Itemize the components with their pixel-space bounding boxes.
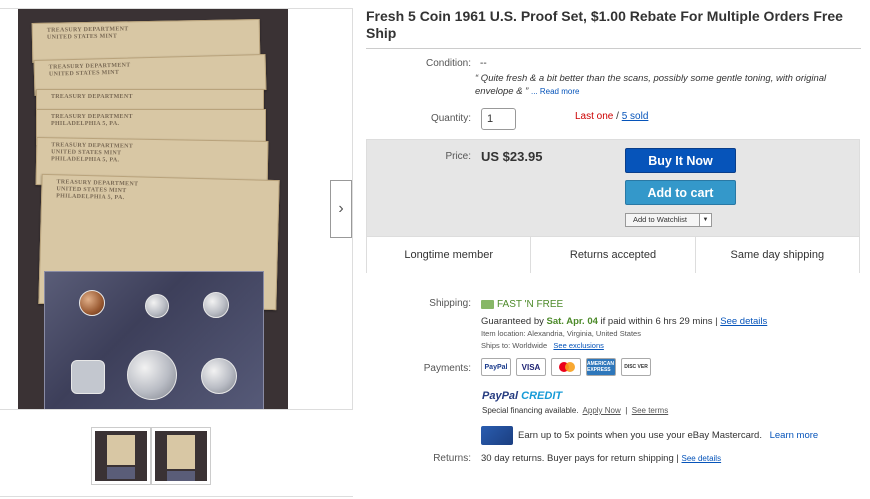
item-location: Item location: Alexandria, Virginia, Uni… [481,329,641,338]
condition-label: Condition: [425,58,471,69]
paypal-icon: PayPal [481,358,511,376]
quarter-coin [201,358,237,394]
shipping-label: Shipping: [429,298,471,309]
sold-count-link[interactable]: 5 sold [622,111,649,122]
returns-see-details-link[interactable]: See details [682,454,722,463]
half-dollar-coin [127,350,177,400]
condition-value: -- [480,58,487,69]
special-financing: Special financing available. Apply Now |… [482,406,669,415]
mint-token [71,360,105,394]
item-title: Fresh 5 Coin 1961 U.S. Proof Set, $1.00 … [366,8,843,41]
delivery-date: Sat. Apr. 04 [546,316,598,327]
payments-label: Payments: [423,363,471,374]
buy-it-now-button[interactable]: Buy It Now [625,148,736,173]
next-image-button[interactable]: › [330,180,352,238]
discover-icon: DISC VER [621,358,651,376]
quantity-label: Quantity: [430,113,471,124]
nickel-coin [145,294,169,318]
availability: Last one / 5 sold [575,111,648,122]
fast-n-free: FAST 'N FREE [481,299,563,310]
thumbnail-1[interactable] [91,427,151,485]
guaranteed-delivery: Guaranteed by Sat. Apr. 04 if paid withi… [481,316,768,327]
visa-icon: VISA [516,358,546,376]
payment-icons: PayPal VISA AMERICAN EXPRESS DISC VER [481,358,651,376]
separator: / [616,111,619,122]
thumbnail-2[interactable] [151,427,211,485]
fast-n-free-text: FAST 'N FREE [497,299,564,310]
paypal-credit-logo: PayPal CREDIT [482,390,563,402]
listing-page: TREASURY DEPARTMENT UNITED STATES MINT TR… [0,0,870,499]
seller-features: Longtime member Returns accepted Same da… [367,236,859,273]
thumbnail-strip [91,427,211,485]
amex-icon: AMERICAN EXPRESS [586,358,616,376]
see-exclusions-link[interactable]: See exclusions [553,341,603,350]
see-terms-link[interactable]: See terms [632,406,668,415]
chevron-down-icon[interactable]: ▼ [699,214,711,226]
mastercard-icon [551,358,581,376]
add-to-watchlist-button[interactable]: Add to Watchlist ▼ [625,213,712,227]
divider [366,48,861,49]
ships-to: Ships to: Worldwide See exclusions [481,341,604,350]
ebay-mastercard-icon [481,426,513,445]
main-product-image[interactable]: TREASURY DEPARTMENT UNITED STATES MINT TR… [18,9,288,409]
dime-coin [203,292,229,318]
condition-quote: “ Quite fresh & a bit better than the sc… [475,73,827,97]
price-value: US $23.95 [481,149,543,164]
image-gallery: TREASURY DEPARTMENT UNITED STATES MINT TR… [0,8,353,410]
last-one-text: Last one [575,111,614,122]
truck-icon [481,299,494,309]
quantity-input[interactable] [481,108,516,130]
feature-same-day-shipping: Same day shipping [730,249,825,261]
shipping-see-details-link[interactable]: See details [720,316,767,327]
price-label: Price: [445,151,471,162]
divider [0,496,353,497]
chevron-right-icon: › [338,200,344,217]
add-to-cart-button[interactable]: Add to cart [625,180,736,205]
apply-now-link[interactable]: Apply Now [583,406,621,415]
penny-coin [79,290,105,316]
feature-returns-accepted: Returns accepted [531,237,696,273]
returns-policy: 30 day returns. Buyer pays for return sh… [481,453,722,464]
mastercard-promo: Earn up to 5x points when you use your e… [518,430,819,441]
returns-label: Returns: [433,453,471,464]
feature-longtime-member: Longtime member [367,237,532,273]
condition-description: “ Quite fresh & a bit better than the sc… [475,72,865,98]
coin-sleeve [44,271,264,409]
watchlist-label: Add to Watchlist [633,215,687,224]
learn-more-link[interactable]: Learn more [770,430,819,441]
read-more-link[interactable]: ... Read more [531,87,579,96]
